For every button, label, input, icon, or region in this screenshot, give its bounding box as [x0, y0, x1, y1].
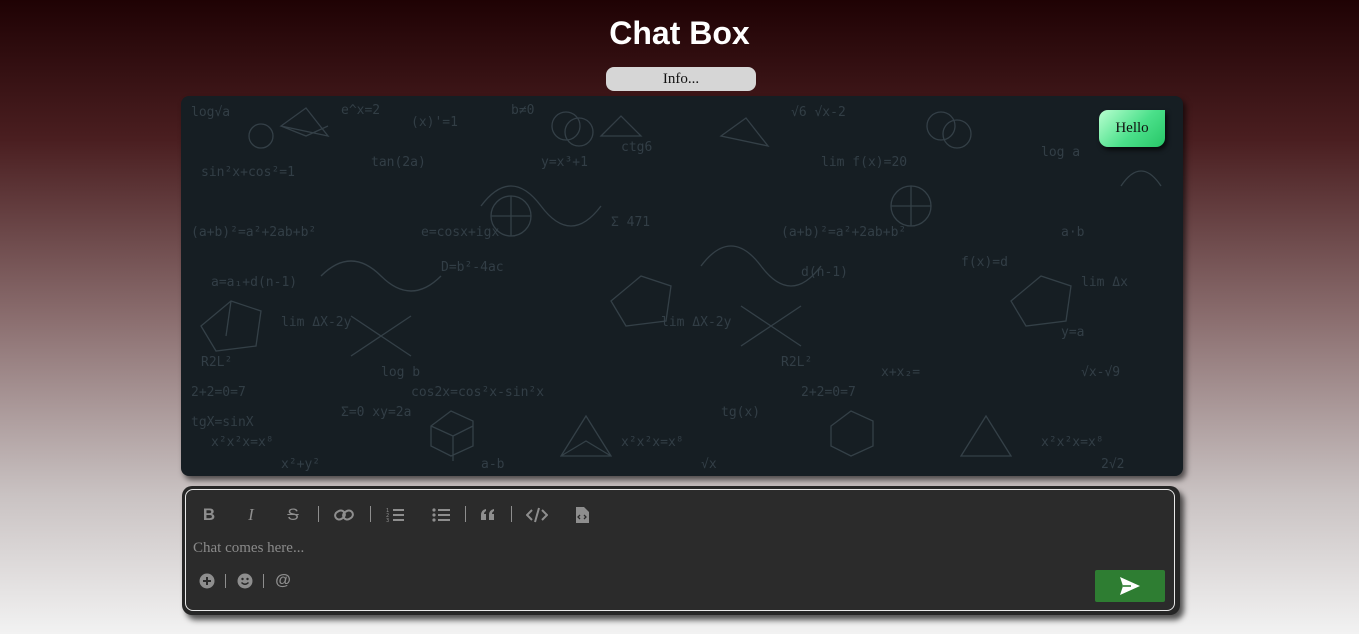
- svg-text:√x: √x: [701, 457, 717, 472]
- ordered-list-icon[interactable]: 123: [385, 506, 405, 524]
- send-icon: [1120, 577, 1140, 595]
- svg-text:f(x)=d: f(x)=d: [961, 255, 1008, 270]
- svg-text:√6 √x-2: √6 √x-2: [791, 105, 846, 120]
- svg-text:√x-√9: √x-√9: [1081, 365, 1120, 380]
- mention-icon[interactable]: @: [274, 572, 292, 590]
- svg-text:3: 3: [386, 518, 389, 523]
- mention-glyph: @: [275, 572, 291, 589]
- svg-text:y=x³+1: y=x³+1: [541, 155, 588, 170]
- svg-text:a=a₁+d(n-1): a=a₁+d(n-1): [211, 275, 297, 290]
- svg-text:2+2=0=7: 2+2=0=7: [191, 385, 246, 400]
- svg-text:x²x²x=x⁸: x²x²x=x⁸: [621, 435, 684, 450]
- composer-editor-frame: B I S 123 Chat comes here... @: [185, 489, 1175, 611]
- svg-text:a-b: a-b: [481, 457, 505, 472]
- svg-text:y=a: y=a: [1061, 325, 1084, 340]
- svg-text:(a+b)²=a²+2ab+b²: (a+b)²=a²+2ab+b²: [191, 225, 316, 240]
- svg-text:e=cosx+igx: e=cosx+igx: [421, 225, 499, 240]
- chat-input[interactable]: [193, 538, 1073, 558]
- toolbar-divider: [318, 506, 319, 522]
- svg-text:a·b: a·b: [1061, 225, 1085, 240]
- italic-icon[interactable]: I: [242, 505, 260, 524]
- page-title: Chat Box: [609, 15, 750, 51]
- svg-text:sin²x+cos²=1: sin²x+cos²=1: [201, 165, 295, 180]
- italic-glyph: I: [248, 505, 254, 524]
- action-divider: [263, 574, 264, 588]
- svg-text:tan(2a): tan(2a): [371, 155, 426, 170]
- chat-messages-area: log√a e^x=2 (x)'=1 b≠0 ctg6 √6 √x-2 sin²x+co…: [181, 96, 1183, 476]
- strike-glyph: S: [287, 505, 299, 524]
- info-button[interactable]: Info...: [606, 67, 756, 91]
- strikethrough-icon[interactable]: S: [284, 505, 302, 524]
- svg-text:log√a: log√a: [191, 105, 230, 120]
- code-block-icon[interactable]: [574, 506, 590, 524]
- svg-text:log b: log b: [381, 365, 420, 380]
- bullet-list-icon[interactable]: [431, 506, 451, 524]
- svg-text:cos2x=cos²x-sin²x: cos2x=cos²x-sin²x: [411, 385, 544, 400]
- toolbar-divider: [465, 506, 466, 522]
- svg-text:ctg6: ctg6: [621, 140, 652, 155]
- svg-text:d(n-1): d(n-1): [801, 265, 848, 280]
- svg-text:R2L²: R2L²: [781, 355, 812, 370]
- emoji-icon[interactable]: [236, 572, 254, 590]
- svg-text:(x)'=1: (x)'=1: [411, 115, 458, 130]
- toolbar-divider: [370, 506, 371, 522]
- svg-text:x²x²x=x⁸: x²x²x=x⁸: [211, 435, 274, 450]
- svg-text:b≠0: b≠0: [511, 103, 534, 118]
- svg-text:Σ=0 xy=2a: Σ=0 xy=2a: [341, 405, 411, 420]
- bold-glyph: B: [202, 505, 216, 524]
- blockquote-icon[interactable]: [478, 506, 498, 524]
- message-composer: B I S 123 Chat comes here... @: [182, 486, 1180, 615]
- svg-text:tg(x): tg(x): [721, 405, 760, 420]
- svg-text:lim f(x)=20: lim f(x)=20: [821, 155, 907, 170]
- svg-text:2+2=0=7: 2+2=0=7: [801, 385, 856, 400]
- svg-text:x²+y²: x²+y²: [281, 457, 320, 472]
- message-bubble: Hello: [1099, 110, 1165, 147]
- chalkboard-background: log√a e^x=2 (x)'=1 b≠0 ctg6 √6 √x-2 sin²x+co…: [191, 103, 1162, 472]
- svg-text:lim ΔX-2y: lim ΔX-2y: [281, 315, 352, 330]
- link-icon[interactable]: [332, 506, 356, 524]
- svg-text:(a+b)²=a²+2ab+b²: (a+b)²=a²+2ab+b²: [781, 225, 906, 240]
- action-divider: [225, 574, 226, 588]
- send-button[interactable]: [1095, 570, 1165, 602]
- svg-text:e^x=2: e^x=2: [341, 103, 380, 118]
- svg-text:D=b²-4ac: D=b²-4ac: [441, 260, 504, 275]
- code-icon[interactable]: [525, 506, 549, 524]
- svg-text:R2L²: R2L²: [201, 355, 232, 370]
- svg-text:2√2: 2√2: [1101, 457, 1124, 472]
- toolbar-divider: [511, 506, 512, 522]
- svg-text:tgX=sinX: tgX=sinX: [191, 415, 254, 430]
- svg-text:lim Δx: lim Δx: [1081, 275, 1128, 290]
- svg-text:log a: log a: [1041, 145, 1080, 160]
- svg-text:lim ΔX-2y: lim ΔX-2y: [661, 315, 732, 330]
- add-icon[interactable]: [198, 572, 216, 590]
- svg-text:x+x₂=: x+x₂=: [881, 365, 920, 380]
- svg-text:Σ 471: Σ 471: [611, 215, 650, 230]
- bold-icon[interactable]: B: [200, 505, 218, 524]
- svg-text:x²x²x=x⁸: x²x²x=x⁸: [1041, 435, 1104, 450]
